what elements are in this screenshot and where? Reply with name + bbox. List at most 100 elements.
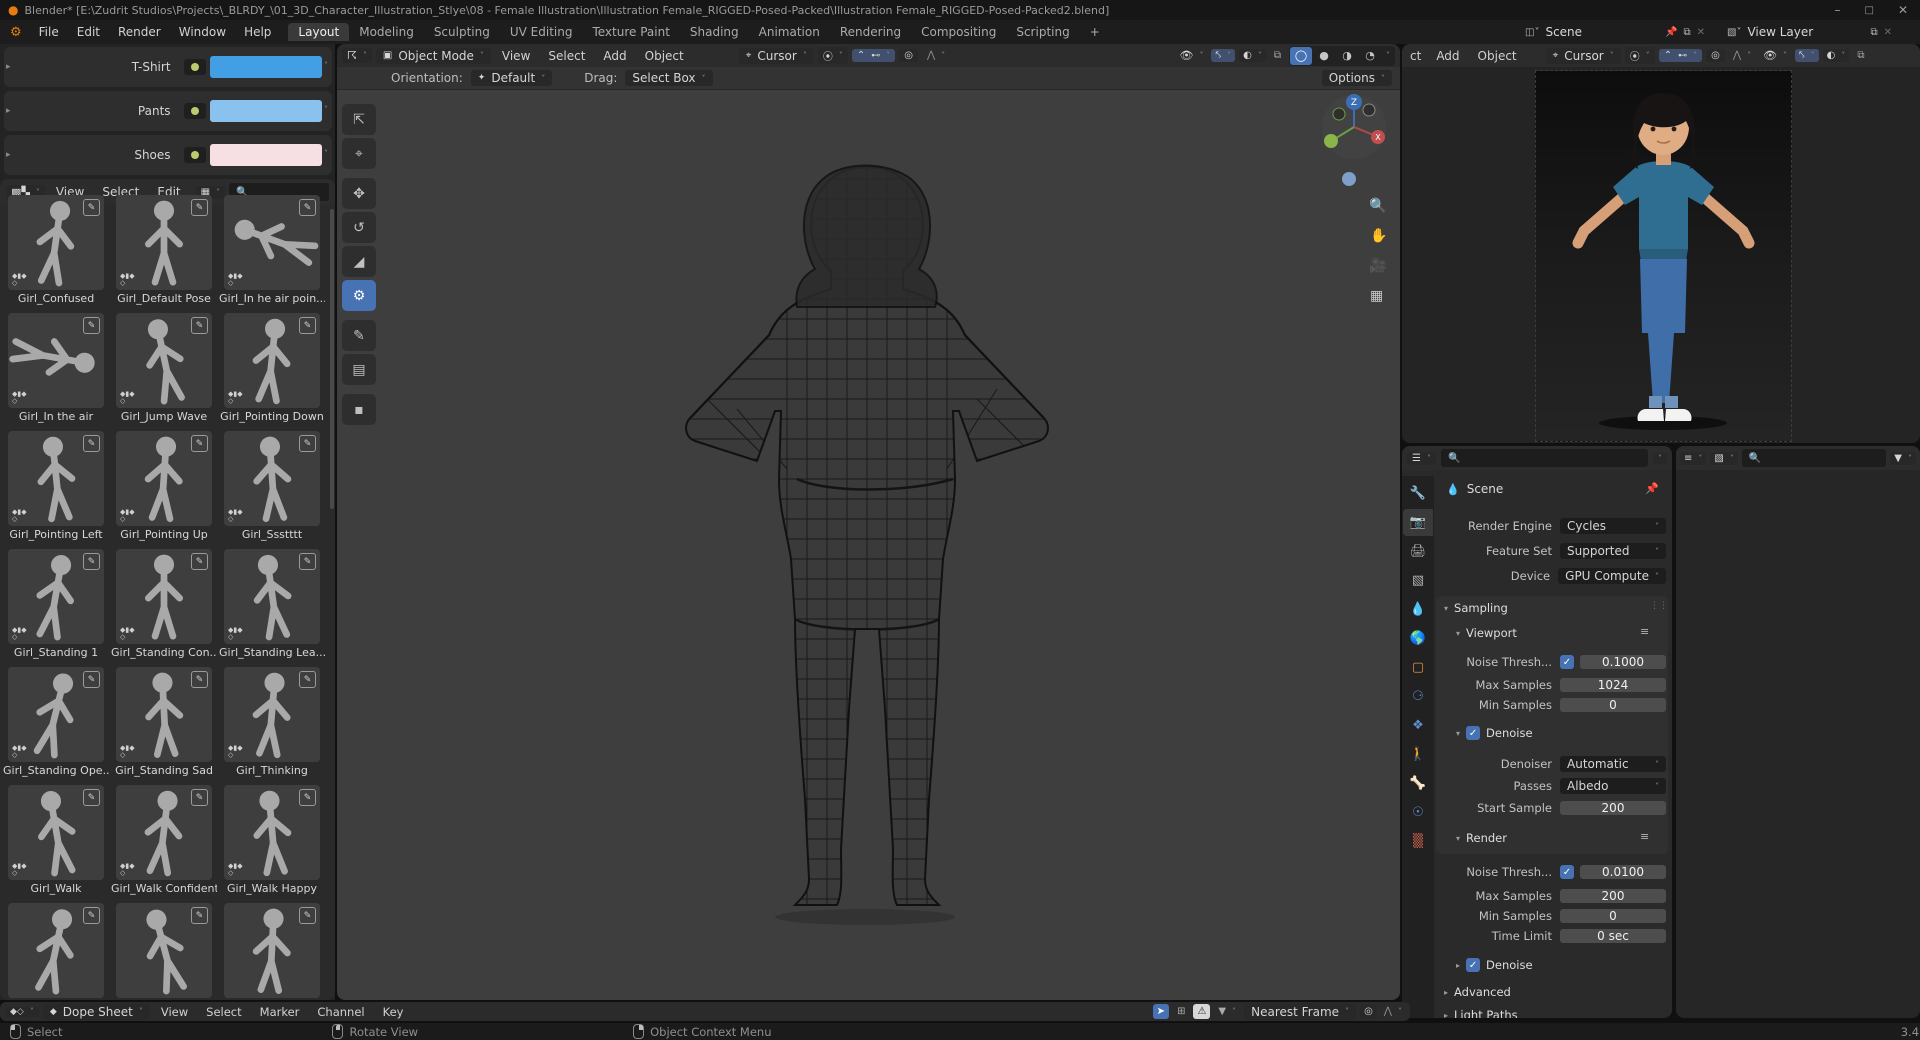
asset-thumb-2[interactable]: ✎ ◆▮◆◇ [224,195,320,290]
workspace-tab-uv-editing[interactable]: UV Editing [500,23,583,41]
asset-thumb-4[interactable]: ✎ ◆▮◆◇ [116,313,212,408]
remove-layer-icon[interactable]: ✕ [1884,27,1892,38]
tab-output-icon[interactable]: 🖨 [1403,538,1433,565]
edit-asset-icon[interactable]: ✎ [299,199,316,216]
edit-asset-icon[interactable]: ✎ [83,671,100,688]
proportional-editing-toggle[interactable]: ◎ [899,49,918,62]
preset-menu-icon[interactable]: ≡ [1640,625,1649,638]
tab-render-icon[interactable]: 📷 [1403,509,1433,536]
shoes-menu-chevron-icon[interactable]: ˅ [324,149,328,158]
render-denoise-checkbox[interactable]: ✓ [1466,958,1480,972]
shading-wireframe-button[interactable]: ◯ [1290,47,1312,65]
dope-menu-select[interactable]: Select [199,1005,248,1019]
tab-armature-data-icon[interactable]: 🚶 [1403,741,1433,768]
denoise-checkbox[interactable]: ✓ [1466,726,1480,740]
asset-thumb-14[interactable]: ✎ ◆▮◆◇ [224,667,320,762]
tab-bone-constraint-icon[interactable]: ☉ [1403,799,1433,826]
render-overlays-toggle[interactable]: ◐˅ [1823,49,1850,62]
denoise-header[interactable]: ▾✓ Denoise [1456,726,1533,740]
min-samples-value[interactable]: 0 [1560,698,1666,712]
workspace-tab-compositing[interactable]: Compositing [911,23,1006,41]
asset-thumb-3[interactable]: ✎ ◆▮◆◇ [8,313,104,408]
render-min-samples-value[interactable]: 0 [1560,909,1666,923]
tool-measure[interactable]: ▤ [342,354,376,385]
viewport-zoom-icon[interactable]: 🔍 [1369,198,1386,214]
dope-menu-marker[interactable]: Marker [253,1005,307,1019]
sampling-viewport-header[interactable]: ▾Viewport [1456,626,1517,640]
dope-filter-dropdown[interactable]: ▼˅ [1214,1004,1240,1019]
tool-transform[interactable]: ⚙ [342,280,376,311]
tshirt-toggle-dot[interactable] [184,59,206,75]
snap-toggle[interactable]: ⌃ ⊷˅ [852,49,895,62]
asset-thumb-1[interactable]: ✎ ◆▮◆◇ [116,195,212,290]
noise-threshold-checkbox[interactable]: ✓ [1560,655,1574,669]
dope-proportional-toggle[interactable]: ◎ [1360,1004,1377,1019]
tab-bone-icon[interactable]: 🦴 [1403,770,1433,797]
edit-asset-icon[interactable]: ✎ [191,435,208,452]
outliner-filter-button[interactable]: ▼˅ [1890,452,1916,465]
tool-cursor[interactable]: ⌖ [342,138,376,169]
edit-asset-icon[interactable]: ✎ [83,199,100,216]
panel-grip-icon[interactable]: ⋮⋮ [1650,601,1668,611]
tab-view-layer-icon[interactable]: ▧ [1403,567,1433,594]
tab-tool-icon[interactable]: 🔧 [1403,480,1433,507]
render-visibility-dropdown[interactable]: 👁˅ [1759,48,1791,63]
feature-set-dropdown[interactable]: Supported˅ [1560,543,1666,559]
properties-pin-icon[interactable]: 📌 [1645,482,1659,495]
asset-thumb-7[interactable]: ✎ ◆▮◆◇ [116,431,212,526]
view-layer-selector[interactable]: ▧˅ View Layer ⧉ ✕ [1720,22,1899,42]
menu-help[interactable]: Help [235,25,280,39]
render-snap-toggle[interactable]: ⌃ ⊷˅ [1659,49,1702,62]
render-menu-object[interactable]: Object [1471,49,1524,63]
tool-rotate[interactable]: ↺ [342,212,376,243]
marquee-filter-toggle[interactable]: ⊞ [1173,1004,1189,1019]
orientation-dropdown[interactable]: ✦ Default˅ [471,70,552,86]
show-overlays-toggle[interactable]: ◐˅ [1239,49,1266,62]
editor-type-outliner[interactable]: ≡˅ [1680,452,1706,465]
asset-thumb-0[interactable]: ✎ ◆▮◆◇ [8,195,104,290]
device-dropdown[interactable]: GPU Compute˅ [1558,568,1666,584]
advanced-header[interactable]: ▸Advanced [1444,985,1511,999]
dope-sheet-mode-dropdown[interactable]: ◆ Dope Sheet˅ [43,1003,150,1020]
outliner-search-input[interactable]: 🔍 [1742,449,1886,467]
tshirt-color-swatch[interactable] [210,56,322,78]
tool-select-box[interactable]: ⇱ [342,104,376,135]
menu-file[interactable]: File [30,25,68,39]
light-paths-header[interactable]: ▸Light Paths [1444,1008,1518,1018]
minimize-button[interactable]: – [1822,3,1852,17]
workspace-tab-modeling[interactable]: Modeling [349,23,424,41]
tab-physics-icon[interactable]: ⚆ [1403,683,1433,710]
edit-asset-icon[interactable]: ✎ [299,789,316,806]
pants-toggle-dot[interactable] [184,103,206,119]
editor-type-dope-sheet[interactable]: ◆◇ ˅ [5,1007,39,1017]
menu-render[interactable]: Render [109,25,170,39]
tab-world-icon[interactable]: 🌎 [1403,625,1433,652]
menu-window[interactable]: Window [170,25,235,39]
panel-tshirt[interactable]: ▸ T-Shirt ˅ [4,47,332,87]
asset-thumb-6[interactable]: ✎ ◆▮◆◇ [8,431,104,526]
only-selected-toggle[interactable]: ➤ [1153,1004,1169,1019]
shoes-color-swatch[interactable] [210,144,322,166]
viewport-grid-icon[interactable]: ▦ [1370,288,1383,304]
workspace-tab-animation[interactable]: Animation [749,23,830,41]
render-menu-clipped[interactable]: ct [1406,49,1425,63]
workspace-tab-shading[interactable]: Shading [680,23,749,41]
pants-color-swatch[interactable] [210,100,322,122]
edit-asset-icon[interactable]: ✎ [191,671,208,688]
tab-constraints-icon[interactable]: ❖ [1403,712,1433,739]
edit-asset-icon[interactable]: ✎ [191,317,208,334]
max-samples-value[interactable]: 1024 [1560,678,1666,692]
tool-add-primitive[interactable]: ▪ [342,394,376,425]
sampling-panel-header[interactable]: ▾Sampling [1444,601,1508,615]
shading-material-button[interactable]: ◑ [1336,47,1358,65]
edit-asset-icon[interactable]: ✎ [299,553,316,570]
asset-thumb-11[interactable]: ✎ ◆▮◆◇ [224,549,320,644]
tshirt-menu-chevron-icon[interactable]: ˅ [324,61,328,70]
asset-thumb-15[interactable]: ✎ ◆▮◆◇ [8,785,104,880]
render-denoise-header[interactable]: ▸✓ Denoise [1456,958,1533,972]
pin-icon[interactable]: 📌 [1665,27,1677,38]
object-visibility-dropdown[interactable]: 👁˅ [1176,48,1208,63]
edit-asset-icon[interactable]: ✎ [299,317,316,334]
edit-asset-icon[interactable]: ✎ [299,907,316,924]
shading-solid-button[interactable]: ● [1313,47,1335,65]
